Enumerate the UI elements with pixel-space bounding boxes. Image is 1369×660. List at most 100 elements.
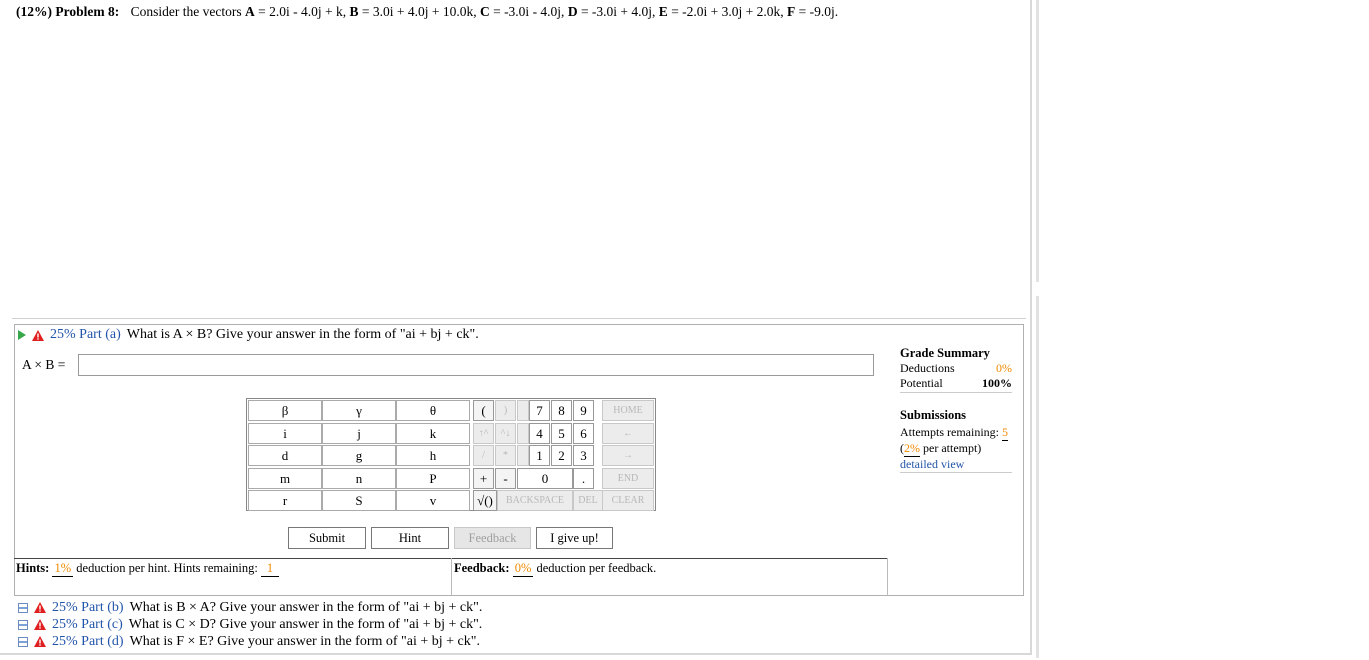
part-a-label: Part (a) <box>79 327 121 342</box>
key-digit-zero[interactable]: 0 <box>517 467 573 489</box>
feedback-divider <box>451 558 452 596</box>
key-var[interactable]: P <box>396 467 470 489</box>
warning-icon <box>34 619 46 630</box>
key-var[interactable]: β <box>248 400 322 421</box>
vector-name-d: D <box>567 4 578 19</box>
problem-label: Problem 8: <box>55 4 120 19</box>
side-rule <box>1036 0 1039 282</box>
submit-button[interactable]: Submit <box>288 527 366 549</box>
key-digit[interactable]: 5 <box>551 422 572 444</box>
vector-name-a: A <box>244 4 255 19</box>
potential-row: Potential 100% <box>900 376 1012 391</box>
part-a-percent: 25% <box>50 327 76 342</box>
part-b-row[interactable]: 25% Part (b) What is B × A? Give your an… <box>18 599 482 616</box>
key-digit[interactable]: 4 <box>529 422 550 444</box>
key-var[interactable]: g <box>322 445 396 466</box>
key-left-arrow[interactable]: ← <box>602 422 654 444</box>
key-digit[interactable]: 6 <box>573 422 594 444</box>
attempts-row: Attempts remaining: 5 <box>900 425 1012 441</box>
answer-input[interactable] <box>78 354 874 376</box>
grade-summary-title: Grade Summary <box>900 346 990 360</box>
part-d-row[interactable]: 25% Part (d) What is F × E? Give your an… <box>18 633 482 650</box>
part-c-percent: 25% <box>52 616 78 632</box>
problem-weight: (12%) <box>16 4 52 19</box>
key-var[interactable]: S <box>322 490 396 511</box>
feedback-button[interactable]: Feedback <box>454 527 531 549</box>
per-attempt-value: 2% <box>904 441 920 457</box>
key-sqrt[interactable]: √() <box>473 490 497 511</box>
part-d-question: What is F × E? Give your answer in the f… <box>129 633 480 649</box>
key-var[interactable]: r <box>248 490 322 511</box>
hints-info: Hints: 1% deduction per hint. Hints rema… <box>16 561 279 577</box>
key-var[interactable]: j <box>322 422 396 444</box>
key-superscript-up[interactable]: ↑^ <box>473 422 494 444</box>
key-divide[interactable]: / <box>473 445 494 466</box>
part-b-percent: 25% <box>52 599 78 615</box>
key-var[interactable]: i <box>248 422 322 444</box>
per-attempt-text: per attempt) <box>920 441 982 455</box>
key-var[interactable]: k <box>396 422 470 444</box>
expand-triangle-icon[interactable] <box>18 330 26 340</box>
collapsed-square-icon[interactable] <box>18 636 28 647</box>
submissions-title: Submissions <box>900 408 967 422</box>
key-plus[interactable]: + <box>473 467 494 489</box>
key-close-paren[interactable]: ) <box>495 400 516 421</box>
collapsed-square-icon[interactable] <box>18 602 28 613</box>
give-up-button[interactable]: I give up! <box>536 527 613 549</box>
part-a-question: What is A × B? Give your answer in the f… <box>126 327 479 342</box>
hint-button[interactable]: Hint <box>371 527 449 549</box>
key-digit[interactable]: 7 <box>529 400 550 421</box>
key-var[interactable]: h <box>396 445 470 466</box>
collapsed-square-icon[interactable] <box>18 619 28 630</box>
warning-icon <box>32 329 44 341</box>
feedback-deduction: 0% <box>512 561 534 577</box>
key-var[interactable]: γ <box>322 400 396 421</box>
key-digit[interactable]: 1 <box>529 445 550 466</box>
vector-value-e: = -2.0i + 3.0j + 2.0k, <box>667 4 788 19</box>
vector-value-b: = 3.0i + 4.0j + 10.0k, <box>358 4 480 19</box>
key-open-paren[interactable]: ( <box>473 400 494 421</box>
key-delete[interactable]: DEL <box>573 490 603 511</box>
answer-label: A × B = <box>22 357 66 372</box>
key-minus[interactable]: - <box>495 467 516 489</box>
part-d-percent: 25% <box>52 633 78 649</box>
key-home[interactable]: HOME <box>602 400 654 421</box>
vector-value-f: = -9.0j. <box>795 4 839 19</box>
other-parts-list: 25% Part (b) What is B × A? Give your an… <box>18 599 482 650</box>
key-clear[interactable]: CLEAR <box>602 490 654 511</box>
part-a-header[interactable]: 25% Part (a) What is A × B? Give your an… <box>18 327 479 343</box>
section-divider <box>12 318 1026 319</box>
key-spacer <box>517 422 529 444</box>
problem-intro: Consider the vectors <box>130 4 242 19</box>
feedback-label: Feedback: <box>454 561 510 575</box>
detailed-view-link[interactable]: detailed view <box>900 457 964 471</box>
vector-name-e: E <box>658 4 668 19</box>
feedback-info: Feedback: 0% deduction per feedback. <box>454 561 656 577</box>
key-digit[interactable]: 9 <box>573 400 594 421</box>
key-superscript-down[interactable]: ^↓ <box>495 422 516 444</box>
key-var[interactable]: v <box>396 490 470 511</box>
key-var[interactable]: θ <box>396 400 470 421</box>
vector-value-a: = 2.0i - 4.0j + k, <box>254 4 350 19</box>
key-right-arrow[interactable]: → <box>602 445 654 466</box>
problem-statement: (12%) Problem 8: Consider the vectors A … <box>16 4 838 20</box>
part-c-row[interactable]: 25% Part (c) What is C × D? Give your an… <box>18 616 482 633</box>
feedback-text: deduction per feedback. <box>536 561 657 575</box>
grade-separator <box>900 392 1012 393</box>
part-c-question: What is C × D? Give your answer in the f… <box>128 616 483 632</box>
key-var[interactable]: m <box>248 467 322 489</box>
key-digit[interactable]: 8 <box>551 400 572 421</box>
key-var[interactable]: n <box>322 467 396 489</box>
key-var[interactable]: d <box>248 445 322 466</box>
part-c-label: Part (c) <box>81 616 123 632</box>
key-end[interactable]: END <box>602 467 654 489</box>
per-attempt-row: (2% per attempt) <box>900 441 1012 457</box>
key-digit[interactable]: 2 <box>551 445 572 466</box>
key-multiply[interactable]: * <box>495 445 516 466</box>
key-decimal[interactable]: . <box>573 467 594 489</box>
deductions-value: 0% <box>996 361 1012 375</box>
vector-value-d: = -3.0i + 4.0j, <box>577 4 659 19</box>
key-backspace[interactable]: BACKSPACE <box>497 490 573 511</box>
key-digit[interactable]: 3 <box>573 445 594 466</box>
key-spacer <box>517 445 529 466</box>
